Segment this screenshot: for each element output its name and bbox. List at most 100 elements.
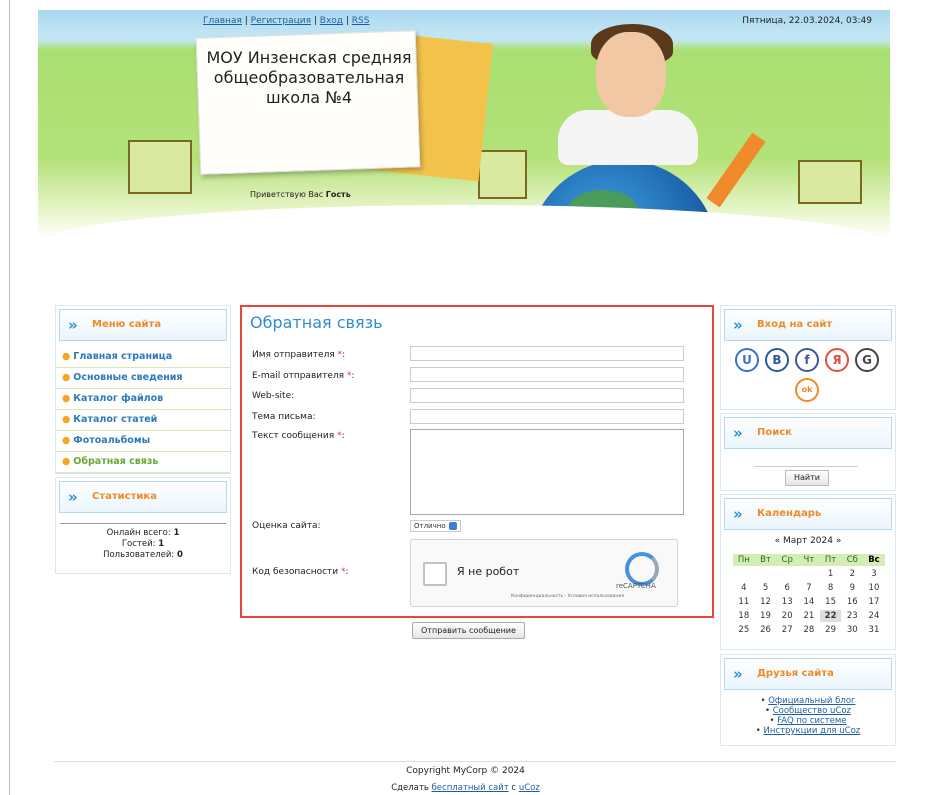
friend-link-instructions[interactable]: • Инструкции для uCoz <box>721 726 895 736</box>
friend-link-label[interactable]: Официальный блог <box>768 696 855 706</box>
calendar-day[interactable]: 12 <box>755 596 777 608</box>
rating-select[interactable]: Отлично <box>410 520 461 532</box>
menu-item-label: Фотоальбомы <box>73 435 151 446</box>
message-textarea[interactable] <box>410 429 684 515</box>
sender-email-input[interactable] <box>410 367 684 382</box>
calendar-day[interactable]: 20 <box>776 610 798 622</box>
friend-link-label[interactable]: FAQ по системе <box>777 716 846 726</box>
calendar-week: 11 12 13 14 15 16 17 <box>733 596 885 608</box>
menu-item-articles[interactable]: ● Каталог статей <box>56 410 230 431</box>
footer-made-with: Сделать бесплатный сайт с uCoz <box>391 783 540 793</box>
menu-block-header: » Меню сайта <box>59 309 227 341</box>
stats-online: Онлайн всего: 1 <box>106 528 180 538</box>
calendar-day[interactable]: 13 <box>776 596 798 608</box>
friend-link-blog[interactable]: • Официальный блог <box>721 696 895 706</box>
calendar-day[interactable]: 7 <box>798 582 820 594</box>
drawn-house-illustration <box>128 140 192 194</box>
calendar-day[interactable]: 2 <box>841 568 863 580</box>
footer-free-site-link[interactable]: бесплатный сайт <box>432 783 509 793</box>
calendar-prev[interactable]: « <box>775 536 781 546</box>
website-input[interactable] <box>410 388 684 403</box>
calendar-day-today[interactable]: 22 <box>819 610 842 622</box>
calendar-day[interactable]: 28 <box>798 624 820 636</box>
calendar-day[interactable]: 6 <box>776 582 798 594</box>
stats-block-header: » Статистика <box>59 481 227 513</box>
calendar-day[interactable]: 15 <box>820 596 842 608</box>
calendar-day[interactable]: 14 <box>798 596 820 608</box>
calendar-day[interactable]: 27 <box>776 624 798 636</box>
login-block: » Вход на сайт U B f Я G ok <box>720 305 896 410</box>
recaptcha-logo-icon <box>625 552 659 586</box>
friend-link-faq[interactable]: • FAQ по системе <box>721 716 895 726</box>
calendar-day[interactable]: 3 <box>863 568 885 580</box>
recaptcha-terms[interactable]: Конфиденциальность - Условия использован… <box>511 594 624 599</box>
calendar-day[interactable]: 8 <box>820 582 842 594</box>
calendar-day[interactable]: 21 <box>798 610 820 622</box>
calendar-day[interactable]: 30 <box>841 624 863 636</box>
odnoklassniki-login-icon[interactable]: ok <box>795 378 819 402</box>
friend-link-community[interactable]: • Сообщество uCoz <box>721 706 895 716</box>
calendar-day[interactable]: 4 <box>733 582 755 594</box>
label-subject: Тема письма: <box>252 412 316 422</box>
calendar-day[interactable]: 31 <box>863 624 885 636</box>
calendar-day[interactable]: 1 <box>820 568 842 580</box>
menu-item-feedback[interactable]: ● Обратная связь <box>56 452 230 473</box>
footer-ucoz-link[interactable]: uCoz <box>519 783 540 793</box>
weekday: Вт <box>754 554 777 566</box>
search-block-title: Поиск <box>757 427 792 438</box>
facebook-login-icon[interactable]: f <box>795 348 819 372</box>
vk-login-icon[interactable]: B <box>765 348 789 372</box>
menu-item-home[interactable]: ● Главная страница <box>56 347 230 368</box>
top-nav: Главная | Регистрация | Вход | RSS <box>203 16 370 26</box>
calendar-day[interactable]: 24 <box>863 610 885 622</box>
label-message: Текст сообщения *: <box>252 431 345 441</box>
label-website: Web-site: <box>252 391 295 401</box>
calendar-day[interactable]: 11 <box>733 596 755 608</box>
friend-link-label[interactable]: Инструкции для uCoz <box>763 726 860 736</box>
submit-button[interactable]: Отправить сообщение <box>412 622 525 639</box>
header-wave <box>38 205 890 240</box>
menu-item-info[interactable]: ● Основные сведения <box>56 368 230 389</box>
calendar-day[interactable]: 19 <box>755 610 777 622</box>
label-sender-email: E-mail отправителя *: <box>252 371 355 381</box>
nav-link-register[interactable]: Регистрация <box>251 16 311 26</box>
nav-link-login[interactable]: Вход <box>320 16 343 26</box>
search-button[interactable]: Найти <box>785 470 829 486</box>
friend-link-label[interactable]: Сообщество uCoz <box>773 706 851 716</box>
site-title: МОУ Инзенская средняя общеобразовательна… <box>206 48 412 107</box>
calendar-day[interactable]: 29 <box>820 624 842 636</box>
menu-item-label: Основные сведения <box>73 372 183 383</box>
stats-content: Онлайн всего: 1 Гостей: 1 Пользователей:… <box>60 523 226 561</box>
recaptcha-checkbox[interactable] <box>423 562 447 586</box>
calendar-day[interactable]: 26 <box>755 624 777 636</box>
stats-block-title: Статистика <box>92 491 157 502</box>
nav-link-home[interactable]: Главная <box>203 16 242 26</box>
calendar-day[interactable]: 16 <box>841 596 863 608</box>
feedback-form: Обратная связь Имя отправителя *: E-mail… <box>240 305 714 618</box>
calendar-day[interactable]: 10 <box>863 582 885 594</box>
weekday: Вс <box>863 554 885 566</box>
ucoz-login-icon[interactable]: U <box>735 348 759 372</box>
sender-name-input[interactable] <box>410 346 684 361</box>
menu-item-files[interactable]: ● Каталог файлов <box>56 389 230 410</box>
label-sender-name: Имя отправителя *: <box>252 350 346 360</box>
search-input[interactable] <box>754 466 858 467</box>
bullet-icon: ● <box>62 414 71 425</box>
friends-block-header: » Друзья сайта <box>724 658 892 690</box>
calendar-next[interactable]: » <box>836 536 842 546</box>
calendar-day[interactable]: 17 <box>863 596 885 608</box>
weekday: Сб <box>841 554 864 566</box>
calendar-week: 18 19 20 21 22 23 24 <box>733 610 885 622</box>
greeting-user: Гость <box>325 190 351 199</box>
calendar-day[interactable]: 5 <box>755 582 777 594</box>
subject-input[interactable] <box>410 409 684 424</box>
calendar-day[interactable]: 23 <box>841 610 863 622</box>
yandex-login-icon[interactable]: Я <box>825 348 849 372</box>
calendar-day[interactable]: 25 <box>733 624 755 636</box>
nav-link-rss[interactable]: RSS <box>352 16 370 26</box>
calendar-week: 25 26 27 28 29 30 31 <box>733 624 885 636</box>
menu-item-photos[interactable]: ● Фотоальбомы <box>56 431 230 452</box>
calendar-day[interactable]: 9 <box>841 582 863 594</box>
google-login-icon[interactable]: G <box>855 348 879 372</box>
calendar-day[interactable]: 18 <box>733 610 755 622</box>
